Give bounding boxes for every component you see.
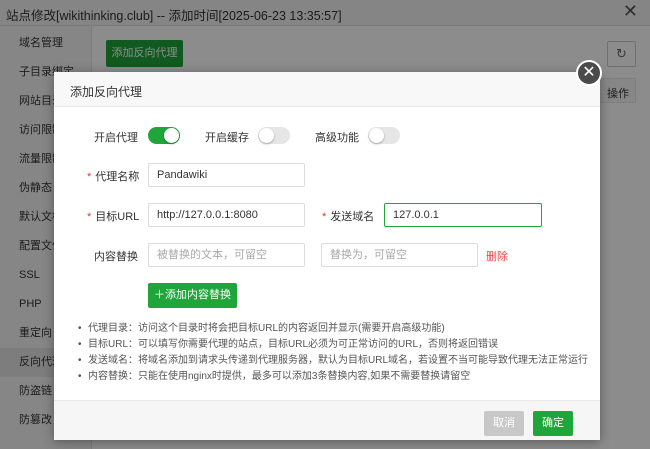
note-item: 内容替换：只能在使用nginx时提供，最多可以添加3条替换内容,如果不需要替换请… <box>78 369 593 385</box>
enable-cache-label: 开启缓存 <box>205 132 249 144</box>
confirm-button[interactable]: 确定 <box>533 411 573 436</box>
target-url-input[interactable]: http://127.0.0.1:8080 <box>148 203 305 227</box>
add-content-replace-button[interactable]: ＋添加内容替换 <box>148 283 237 308</box>
dialog-close-icon[interactable]: ✕ <box>576 60 602 86</box>
replace-from-input[interactable]: 被替换的文本，可留空 <box>148 243 305 267</box>
add-reverse-proxy-dialog: 添加反向代理 开启代理 开启缓存 高级功能 * 代理名称 Pandawiki * 目… <box>54 72 600 440</box>
target-url-label-text: 目标URL <box>95 211 140 223</box>
note-item: 目标URL：可以填写你需要代理的站点，目标URL必须为可正常访问的URL，否则将… <box>78 337 593 353</box>
note-item: 发送域名：将域名添加到请求头传递到代理服务器，默认为目标URL域名，若设置不当可… <box>78 353 593 369</box>
advanced-toggle[interactable] <box>368 127 400 144</box>
proxy-name-label-text: 代理名称 <box>95 171 140 183</box>
advanced-label: 高级功能 <box>315 132 359 144</box>
dialog-header: 添加反向代理 <box>54 72 600 107</box>
target-url-label: * 目标URL <box>87 208 139 224</box>
enable-proxy-label: 开启代理 <box>94 132 138 144</box>
toggle-knob <box>164 128 179 143</box>
enable-proxy-toggle[interactable] <box>148 127 180 144</box>
required-mark: * <box>87 171 92 183</box>
note-item: 代理目录：访问这个目录时将会把目标URL的内容返回并显示(需要开启高级功能) <box>78 321 593 337</box>
proxy-name-label: * 代理名称 <box>87 168 139 184</box>
help-notes: 代理目录：访问这个目录时将会把目标URL的内容返回并显示(需要开启高级功能) 目… <box>78 321 593 385</box>
content-replace-label: 内容替换 <box>94 251 138 263</box>
required-mark: * <box>322 211 327 223</box>
delete-replace-link[interactable]: 删除 <box>486 248 508 264</box>
proxy-name-input[interactable]: Pandawiki <box>148 163 305 187</box>
required-mark: * <box>87 211 92 223</box>
send-domain-label: * 发送域名 <box>322 208 374 224</box>
toggle-knob <box>259 128 274 143</box>
send-domain-label-text: 发送域名 <box>330 211 375 223</box>
toggle-knob <box>369 128 384 143</box>
dialog-footer: 取消 确定 <box>54 400 600 440</box>
cancel-button[interactable]: 取消 <box>484 411 524 436</box>
send-domain-input[interactable]: 127.0.0.1 <box>384 203 542 227</box>
dialog-title: 添加反向代理 <box>70 85 143 99</box>
replace-to-input[interactable]: 替换为，可留空 <box>321 243 478 267</box>
enable-cache-toggle[interactable] <box>258 127 290 144</box>
